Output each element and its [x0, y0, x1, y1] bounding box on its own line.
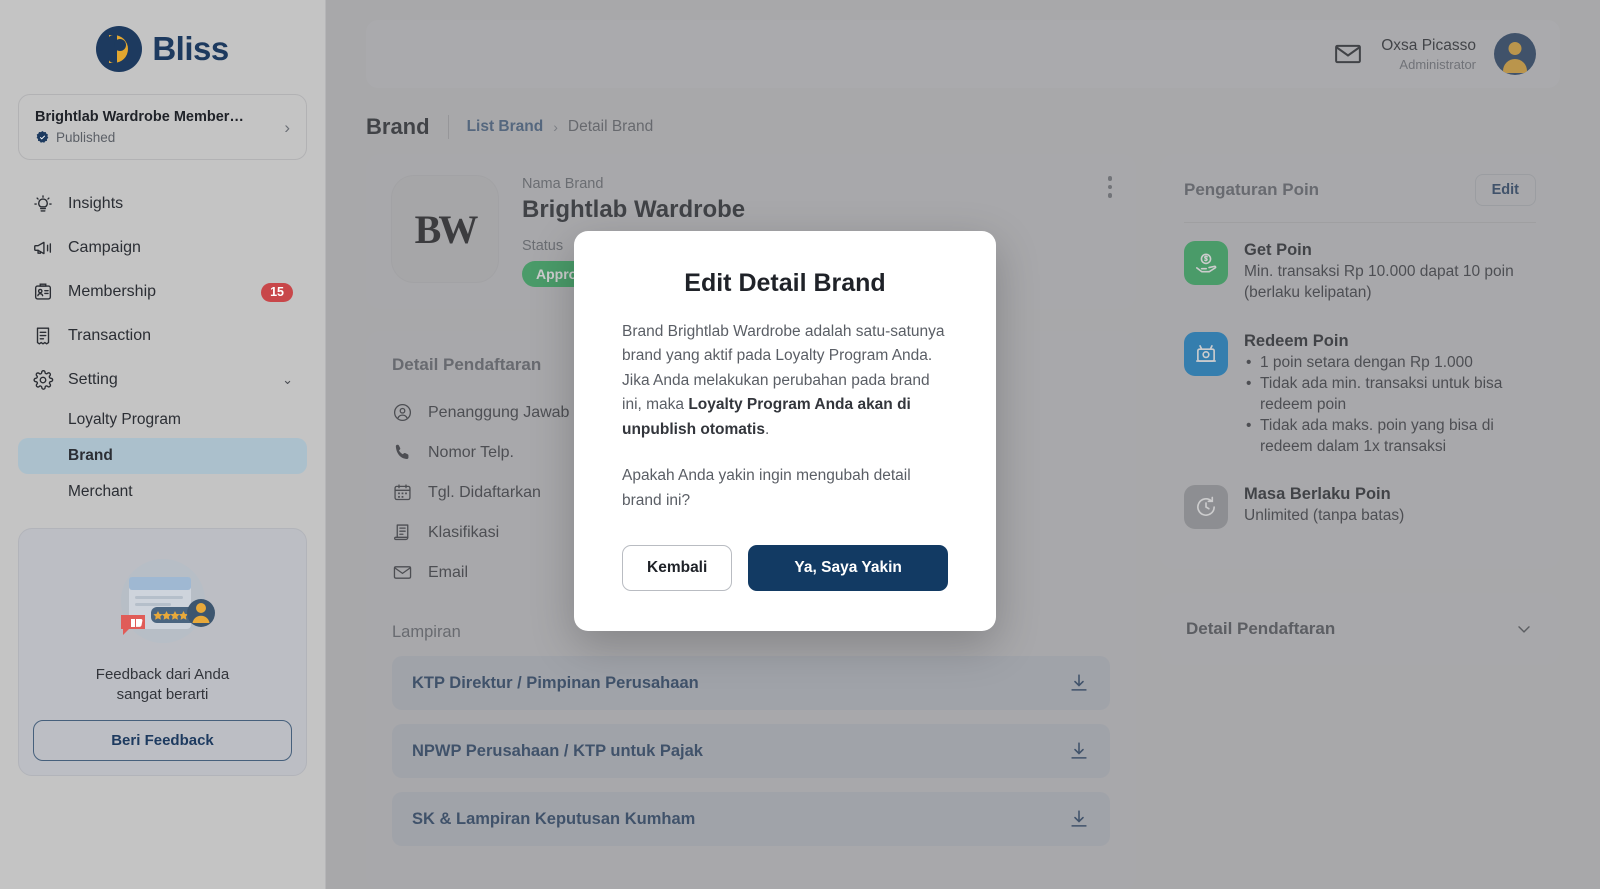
- verified-badge-icon: [36, 130, 49, 143]
- sidebar-item-brand[interactable]: Brand: [18, 438, 307, 474]
- bliss-logo-text: Bliss: [152, 30, 229, 67]
- bliss-logo-mark: [96, 26, 143, 72]
- sidebar-item-setting[interactable]: Setting ⌄: [18, 358, 307, 402]
- sidebar-item-label: Membership: [68, 283, 157, 300]
- program-selector-card[interactable]: Brightlab Wardrobe Member… Published ›: [18, 94, 307, 160]
- modal-paragraph-1: Brand Brightlab Wardrobe adalah satu-sat…: [622, 320, 948, 442]
- chevron-down-icon[interactable]: ⌄: [282, 372, 293, 388]
- megaphone-icon: [32, 237, 54, 259]
- sidebar: Bliss Brightlab Wardrobe Member… Publish…: [0, 0, 326, 889]
- receipt-icon: [32, 325, 54, 347]
- modal-actions: Kembali Ya, Saya Yakin: [622, 545, 948, 592]
- sidebar-item-label: Setting: [68, 371, 118, 388]
- app-root: Bliss Brightlab Wardrobe Member… Publish…: [0, 0, 1600, 889]
- chevron-right-icon[interactable]: ›: [284, 119, 290, 136]
- modal-title: Edit Detail Brand: [684, 269, 886, 297]
- feedback-illustration: [93, 549, 233, 657]
- sidebar-item-membership[interactable]: Membership 15: [18, 270, 307, 314]
- membership-badge-count: 15: [261, 282, 293, 302]
- modal-paragraph-1-post: .: [764, 420, 770, 438]
- sidebar-item-label: Insights: [68, 195, 124, 212]
- app-logo[interactable]: Bliss: [0, 0, 325, 90]
- feedback-card: Feedback dari Anda sangat berarti Beri F…: [18, 528, 307, 776]
- program-title: Brightlab Wardrobe Member…: [35, 109, 244, 125]
- insights-icon: [32, 193, 54, 215]
- cancel-button[interactable]: Kembali: [622, 545, 733, 592]
- sidebar-item-transaction[interactable]: Transaction: [18, 314, 307, 358]
- gear-icon: [32, 369, 54, 391]
- program-status-label: Published: [56, 130, 116, 145]
- id-card-icon: [32, 281, 54, 303]
- modal-paragraph-2: Apakah Anda yakin ingin mengubah detail …: [622, 467, 911, 509]
- feedback-text-line1: Feedback dari Anda: [95, 666, 230, 683]
- sidebar-item-merchant[interactable]: Merchant: [18, 474, 307, 510]
- feedback-text-line2: sangat berarti: [116, 686, 209, 704]
- sidebar-item-campaign[interactable]: Campaign: [18, 226, 307, 270]
- sidebar-item-loyalty-program[interactable]: Loyalty Program: [18, 402, 307, 438]
- confirm-button[interactable]: Ya, Saya Yakin: [748, 545, 948, 592]
- edit-detail-brand-modal: Edit Detail Brand Brand Brightlab Wardro…: [574, 231, 996, 632]
- beri-feedback-button[interactable]: Beri Feedback: [33, 719, 292, 761]
- sidebar-item-insights[interactable]: Insights: [18, 182, 307, 226]
- sidebar-item-label: Campaign: [68, 239, 141, 256]
- sidebar-nav: Insights Campaign Membership 15 Transact…: [0, 176, 325, 510]
- sidebar-item-label: Transaction: [68, 327, 151, 344]
